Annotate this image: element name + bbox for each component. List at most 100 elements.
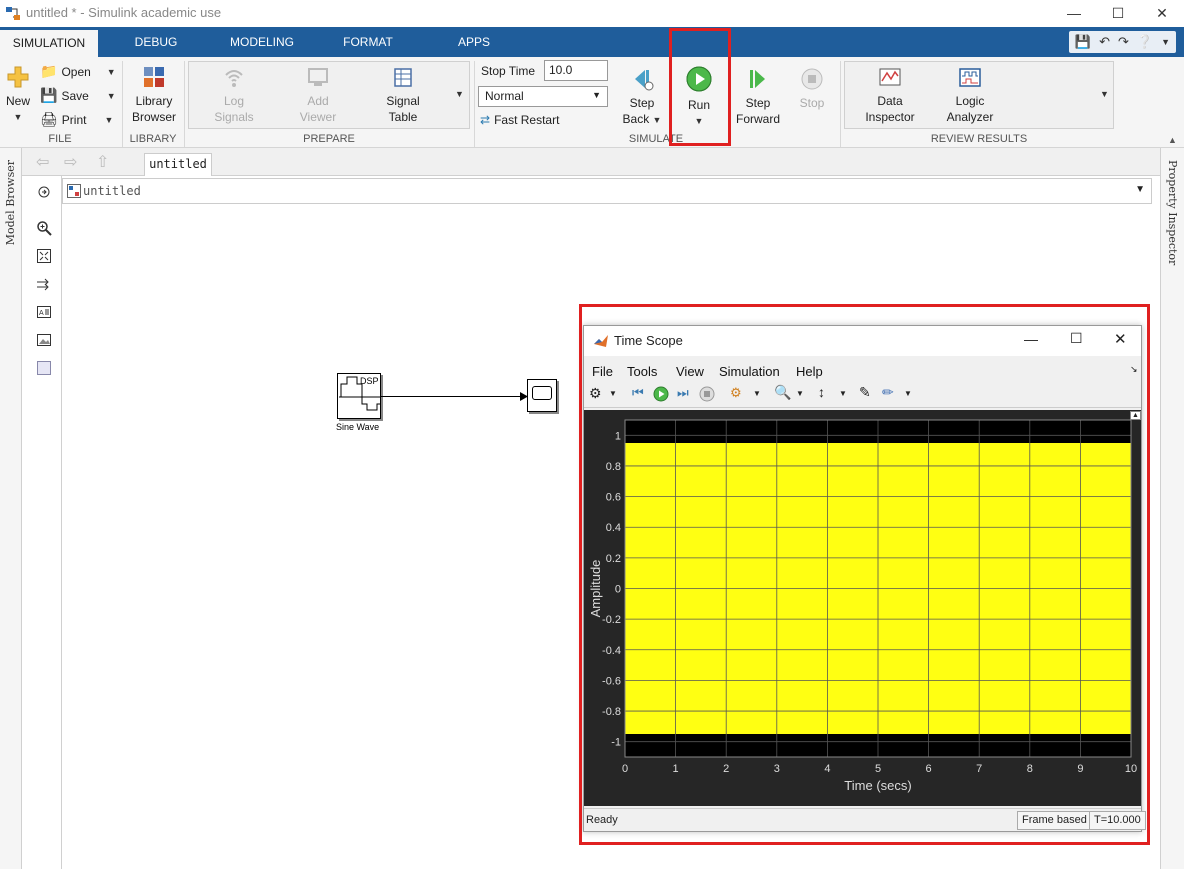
maximize-button[interactable]: ☐ — [1096, 2, 1140, 24]
tab-untitled[interactable]: untitled — [144, 153, 212, 176]
signal-table-label-2: Table — [388, 110, 418, 124]
step-forward-label-1: Step — [745, 96, 771, 110]
chevron-down-icon[interactable]: ▼ — [1161, 37, 1170, 47]
step-back-icon — [635, 70, 654, 91]
gallery-expand-icon[interactable]: ▼ — [455, 89, 464, 99]
back-arrow-icon[interactable]: ⇦ — [36, 152, 49, 172]
tab-debug[interactable]: DEBUG — [120, 27, 192, 57]
ribbon-tab-bar: SIMULATION DEBUG MODELING FORMAT APPS 💾 … — [0, 27, 1184, 57]
stop-time-label: Stop Time — [481, 64, 536, 78]
file-group-label: FILE — [48, 133, 72, 145]
add-viewer-label-2: Viewer — [299, 110, 337, 124]
new-button[interactable]: New ▼ — [4, 65, 32, 125]
library-group-label: LIBRARY — [129, 133, 177, 145]
simulation-mode-select[interactable]: Normal ▼ — [478, 86, 608, 107]
print-button[interactable]: 🖨 Print ▼ — [40, 111, 113, 128]
stop-button[interactable]: Stop — [792, 67, 832, 111]
print-label: Print — [61, 112, 87, 127]
sine-wave-block[interactable]: DSP — [337, 373, 381, 419]
library-browser-label-1: Library — [135, 94, 173, 108]
open-label: Open — [61, 64, 91, 79]
title-bar: untitled * - Simulink academic use — ☐ ✕ — [0, 0, 1184, 27]
ribbon-toolstrip: New ▼ 📁 Open ▼ 💾 Save ▼ 🖨 Print ▼ FILE L… — [0, 57, 1184, 148]
chevron-down-icon: ▼ — [13, 112, 23, 122]
image-icon[interactable] — [36, 332, 52, 348]
model-browser-label: Model Browser — [4, 160, 17, 246]
model-browser-panel[interactable]: Model Browser — [0, 148, 22, 869]
run-highlight-box — [669, 28, 731, 146]
navigation-bar: ⇦ ⇨ ⇧ untitled — [22, 148, 1160, 176]
step-back-button[interactable]: Step Back ▼ — [620, 67, 664, 128]
undo-icon[interactable]: ↶ — [1099, 34, 1110, 50]
fit-to-view-icon[interactable] — [36, 248, 52, 264]
save-icon[interactable]: 💾 — [1075, 34, 1091, 50]
property-inspector-label: Property Inspector — [1166, 160, 1179, 266]
review-results-group-label: REVIEW RESULTS — [930, 133, 1028, 145]
stop-label: Stop — [799, 96, 825, 110]
model-address-bar[interactable]: untitled ▼ — [62, 178, 1152, 204]
simulate-group-label: SIMULATE — [628, 133, 684, 145]
new-label: New — [5, 94, 30, 108]
step-forward-icon — [750, 70, 765, 88]
signal-line[interactable] — [381, 390, 529, 404]
zoom-icon[interactable] — [36, 220, 52, 236]
step-back-label-1: Step — [629, 96, 655, 110]
tab-modeling[interactable]: MODELING — [216, 27, 308, 57]
wifi-signal-icon — [225, 70, 243, 87]
step-forward-button[interactable]: Step Forward — [734, 67, 782, 127]
stop-time-input[interactable]: 10.0 — [544, 60, 608, 81]
area-icon[interactable] — [36, 360, 52, 376]
data-inspector-label-2: Inspector — [865, 110, 915, 124]
stop-icon — [801, 68, 823, 90]
redo-icon[interactable]: ↷ — [1118, 34, 1129, 50]
simulink-app-icon — [6, 7, 20, 20]
log-signals-button[interactable]: Log Signals — [208, 67, 260, 125]
step-back-label-2: Back ▼ — [622, 112, 662, 126]
time-scope-block[interactable] — [527, 379, 557, 412]
step-forward-label-2: Forward — [735, 112, 780, 126]
property-inspector-panel[interactable]: Property Inspector — [1160, 148, 1184, 869]
close-button[interactable]: ✕ — [1140, 2, 1184, 24]
logic-analyzer-label-1: Logic — [955, 94, 985, 108]
data-inspector-label-1: Data — [877, 94, 903, 108]
library-browser-button[interactable]: Library Browser — [128, 65, 180, 125]
save-button[interactable]: 💾 Save ▼ — [40, 87, 116, 104]
divider — [184, 61, 185, 147]
model-icon — [67, 184, 81, 198]
signal-table-button[interactable]: Signal Table — [376, 67, 430, 125]
forward-arrow-icon[interactable]: ⇨ — [64, 152, 77, 172]
up-arrow-icon[interactable]: ⇧ — [96, 152, 109, 172]
library-grid-icon — [144, 67, 164, 87]
library-browser-label-2: Browser — [131, 110, 176, 124]
dsp-label: DSP — [360, 376, 379, 386]
save-label: Save — [61, 88, 89, 103]
annotation-icon[interactable]: A — [36, 304, 52, 320]
fast-restart-label: Fast Restart — [494, 113, 560, 127]
logic-analyzer-label-2: Analyzer — [946, 110, 994, 124]
tab-format[interactable]: FORMAT — [330, 27, 406, 57]
gallery-expand-icon[interactable]: ▼ — [1100, 89, 1109, 99]
arrow-icon[interactable] — [36, 276, 52, 292]
help-icon[interactable]: ❔ — [1137, 34, 1153, 50]
logic-analyzer-button[interactable]: Logic Analyzer — [940, 67, 1000, 125]
chevron-down-icon[interactable]: ▼ — [1135, 184, 1145, 195]
tab-simulation[interactable]: SIMULATION — [0, 27, 98, 57]
chevron-down-icon: ▼ — [104, 114, 114, 125]
minimize-button[interactable]: — — [1052, 2, 1096, 24]
chevron-down-icon: ▼ — [592, 90, 601, 100]
tab-apps[interactable]: APPS — [444, 27, 504, 57]
add-viewer-button[interactable]: Add Viewer — [292, 67, 344, 125]
scope-screen-icon — [532, 386, 552, 400]
logic-analyzer-icon — [959, 68, 981, 87]
open-button[interactable]: 📁 Open ▼ — [40, 63, 116, 80]
prepare-group-label: PREPARE — [303, 133, 355, 145]
hide-show-icon[interactable] — [36, 184, 52, 200]
table-icon — [394, 68, 412, 87]
window-title: untitled * - Simulink academic use — [26, 5, 222, 20]
printer-icon: 🖨 — [40, 111, 58, 127]
data-inspector-button[interactable]: Data Inspector — [860, 67, 920, 125]
fast-restart-toggle[interactable]: ⇄ Fast Restart — [480, 113, 559, 127]
collapse-ribbon-icon[interactable]: ▲ — [1168, 135, 1177, 145]
divider — [474, 61, 475, 147]
chevron-down-icon: ▼ — [106, 66, 116, 77]
